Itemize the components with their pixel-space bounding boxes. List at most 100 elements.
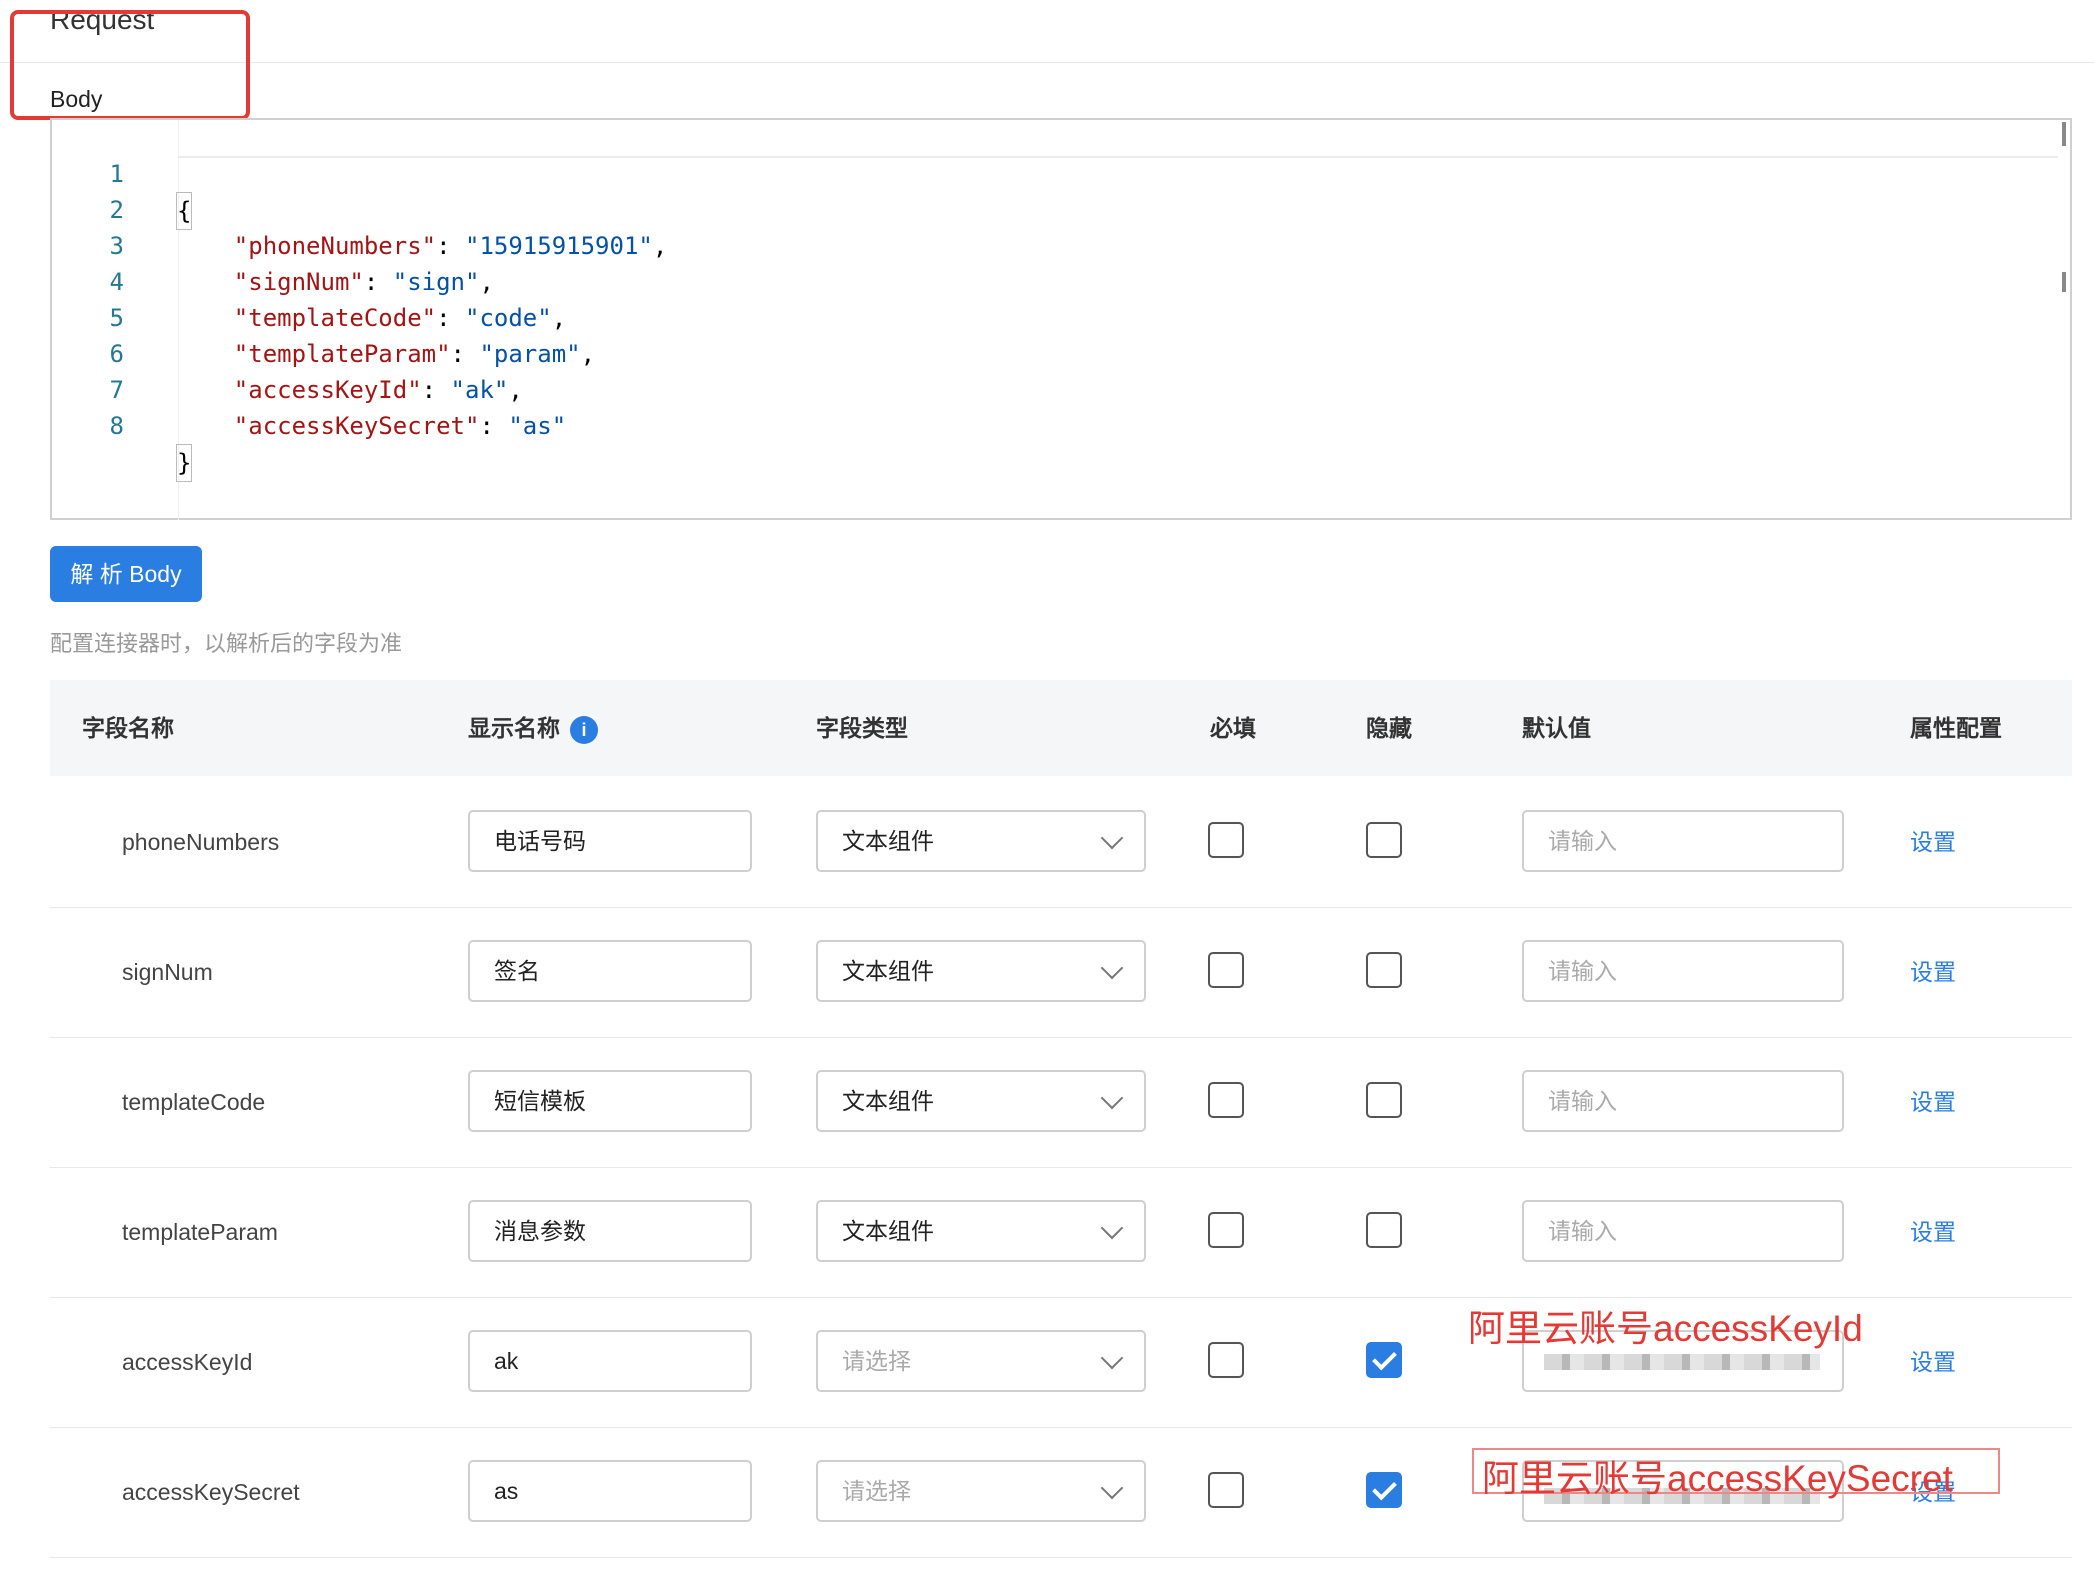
editor-scrollbar-marker[interactable]: [2062, 122, 2066, 146]
field-type-value: 文本组件: [842, 1088, 934, 1114]
default-value-input[interactable]: 请输入: [1522, 810, 1844, 872]
chevron-down-icon: [1100, 1086, 1124, 1110]
required-checkbox[interactable]: [1208, 1082, 1244, 1118]
json-key: "phoneNumbers": [233, 232, 437, 260]
field-type-select[interactable]: 请选择: [816, 1460, 1146, 1522]
display-name-input[interactable]: as: [468, 1460, 752, 1522]
json-key: "accessKeySecret": [233, 412, 480, 440]
display-name-input[interactable]: 电话号码: [468, 810, 752, 872]
field-type-placeholder: 请选择: [842, 1478, 911, 1504]
info-icon[interactable]: i: [570, 715, 598, 744]
editor-current-line: [178, 156, 2058, 158]
header-display-name-label: 显示名称: [468, 715, 560, 741]
default-value-input[interactable]: 请输入: [1522, 940, 1844, 1002]
line-number: 8: [109, 412, 124, 440]
table-row: templateCode 短信模板 文本组件 请输入 设置: [50, 1037, 2072, 1168]
json-key: "templateCode": [233, 304, 437, 332]
header-field-type: 字段类型: [816, 715, 908, 741]
json-comma: ,: [508, 376, 523, 404]
field-name: templateParam: [122, 1219, 278, 1245]
settings-link[interactable]: 设置: [1910, 1297, 1956, 1427]
settings-link[interactable]: 设置: [1910, 1037, 1956, 1167]
chevron-down-icon: [1100, 1216, 1124, 1240]
code-line: 2 "phoneNumbers": "15915915901",: [52, 156, 668, 260]
field-type-select[interactable]: 请选择: [816, 1330, 1146, 1392]
required-checkbox[interactable]: [1208, 1342, 1244, 1378]
parse-body-button[interactable]: 解 析 Body: [50, 546, 202, 602]
redacted-value: [1544, 1354, 1820, 1370]
field-type-select[interactable]: 文本组件: [816, 1070, 1146, 1132]
table-header: 字段名称 显示名称 i 字段类型 必填 隐藏 默认值 属性配置: [50, 680, 2072, 776]
json-comma: ,: [652, 232, 668, 260]
hidden-checkbox[interactable]: [1366, 1212, 1402, 1248]
json-value: "param": [479, 340, 581, 368]
field-type-placeholder: 请选择: [842, 1348, 911, 1374]
field-name: signNum: [122, 959, 213, 985]
default-value-input[interactable]: 请输入: [1522, 1070, 1844, 1132]
code-line: 8 }: [52, 372, 193, 482]
code-text: {: [176, 192, 193, 230]
json-comma: ,: [580, 340, 596, 368]
chevron-down-icon: [1100, 1476, 1124, 1500]
settings-link[interactable]: 设置: [1910, 1167, 1956, 1297]
code-line: 5 "templateParam": "param",: [52, 264, 596, 368]
field-name: templateCode: [122, 1089, 266, 1115]
required-checkbox[interactable]: [1208, 1212, 1244, 1248]
json-value: "code": [465, 304, 552, 332]
display-name-input[interactable]: 消息参数: [468, 1200, 752, 1262]
table-row: signNum 签名 文本组件 请输入 设置: [50, 907, 2072, 1038]
field-name: phoneNumbers: [122, 829, 280, 855]
chevron-down-icon: [1100, 1346, 1124, 1370]
json-key: "accessKeyId": [233, 376, 422, 404]
json-value: "sign": [392, 268, 480, 296]
json-body-editor[interactable]: 1 { 2 "phoneNumbers": "15915915901", 3 "…: [50, 118, 2072, 520]
field-type-select[interactable]: 文本组件: [816, 810, 1146, 872]
header-divider: [0, 62, 2094, 63]
code-text: }: [176, 444, 193, 482]
code-line: 3 "signNum": "sign",: [52, 192, 494, 296]
table-row: phoneNumbers 电话号码 文本组件 请输入 设置: [50, 777, 2072, 908]
header-field-name: 字段名称: [82, 715, 174, 741]
editor-scrollbar-thumb[interactable]: [2062, 272, 2066, 292]
field-type-value: 文本组件: [842, 1218, 934, 1244]
hidden-checkbox[interactable]: [1366, 1082, 1402, 1118]
field-type-value: 文本组件: [842, 828, 934, 854]
table-row: templateParam 消息参数 文本组件 请输入 设置: [50, 1167, 2072, 1298]
hidden-checkbox-checked[interactable]: [1366, 1342, 1402, 1378]
field-type-select[interactable]: 文本组件: [816, 940, 1146, 1002]
required-checkbox[interactable]: [1208, 952, 1244, 988]
code-line: 4 "templateCode": "code",: [52, 228, 567, 332]
display-name-input[interactable]: 短信模板: [468, 1070, 752, 1132]
json-comma: ,: [479, 268, 494, 296]
header-hidden: 隐藏: [1366, 715, 1412, 741]
parse-hint: 配置连接器时，以解析后的字段为准: [50, 631, 403, 656]
json-key: "signNum": [233, 268, 364, 296]
settings-link[interactable]: 设置: [1910, 777, 1956, 907]
header-default: 默认值: [1522, 715, 1591, 741]
field-name: accessKeySecret: [122, 1479, 300, 1505]
json-key: "templateParam": [233, 340, 451, 368]
settings-link[interactable]: 设置: [1910, 907, 1956, 1037]
code-line: 1 {: [52, 120, 193, 230]
hidden-checkbox[interactable]: [1366, 952, 1402, 988]
required-checkbox[interactable]: [1208, 1472, 1244, 1508]
hidden-checkbox-checked[interactable]: [1366, 1472, 1402, 1508]
code-line: 6 "accessKeyId": "ak",: [52, 300, 523, 404]
display-name-input[interactable]: 签名: [468, 940, 752, 1002]
display-name-input[interactable]: ak: [468, 1330, 752, 1392]
json-comma: ,: [551, 304, 567, 332]
field-type-value: 文本组件: [842, 958, 934, 984]
default-value-input[interactable]: 请输入: [1522, 1200, 1844, 1262]
hidden-checkbox[interactable]: [1366, 822, 1402, 858]
json-value: "as": [508, 412, 567, 440]
header-attr-config: 属性配置: [1910, 715, 2002, 741]
field-type-select[interactable]: 文本组件: [816, 1200, 1146, 1262]
header-display-name: 显示名称 i: [468, 680, 598, 776]
required-checkbox[interactable]: [1208, 822, 1244, 858]
json-value: "15915915901": [465, 232, 653, 260]
